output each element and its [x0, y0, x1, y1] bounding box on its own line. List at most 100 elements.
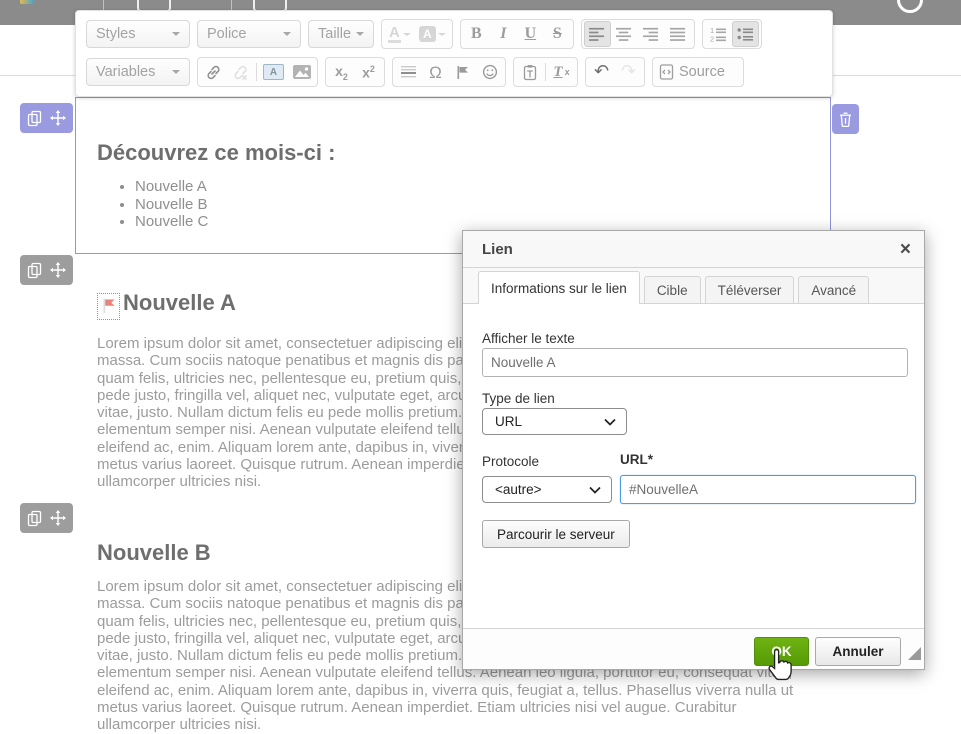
editor-toolbar: Styles Police Taille A A B I U S	[75, 10, 833, 97]
list-item[interactable]: Nouvelle B	[135, 196, 208, 214]
anchor-icon: A	[263, 64, 284, 80]
tab-advanced[interactable]: Avancé	[798, 276, 869, 303]
browse-server-button[interactable]: Parcourir le serveur	[482, 520, 630, 548]
link-type-value: URL	[495, 414, 522, 429]
font-dropdown-label: Police	[207, 26, 247, 42]
group-separator	[256, 63, 257, 81]
block3-drag-handle[interactable]	[20, 503, 73, 533]
tab-target[interactable]: Cible	[644, 276, 701, 303]
source-group: Source	[652, 57, 744, 87]
bullet-list-button[interactable]	[732, 21, 759, 47]
account-icon[interactable]	[897, 0, 923, 13]
horizontal-rule-button[interactable]	[395, 59, 422, 85]
protocol-label: Protocole	[482, 454, 539, 469]
chevron-down-icon	[589, 486, 601, 494]
link-type-select[interactable]: URL	[482, 408, 627, 435]
paste-group: Tx	[513, 57, 578, 87]
dialog-titlebar[interactable]: Lien ×	[463, 231, 924, 268]
insert-group: Ω	[392, 57, 506, 87]
tab-upload[interactable]: Téléverser	[705, 276, 795, 303]
app-logo	[20, 0, 33, 4]
background-color-icon: A	[419, 26, 436, 42]
anchor-flag-icon	[101, 297, 116, 314]
superscript-button[interactable]: x2	[355, 59, 382, 85]
flag-icon	[455, 65, 470, 80]
text-style-group: B I U S	[460, 19, 574, 49]
undo-icon: ↶	[594, 63, 609, 81]
chevron-down-icon	[403, 33, 411, 36]
subscript-button[interactable]: x2	[328, 59, 355, 85]
align-right-button[interactable]	[638, 21, 665, 47]
duplicate-block-icon[interactable]	[27, 510, 42, 527]
smiley-icon	[482, 64, 498, 80]
list-group: 1 2	[702, 19, 762, 49]
link-button[interactable]	[200, 59, 227, 85]
source-button[interactable]: Source	[655, 59, 741, 85]
block2-drag-handle[interactable]	[20, 255, 73, 285]
tab-link-info[interactable]: Informations sur le lien	[478, 271, 640, 304]
block1-list[interactable]: Nouvelle A Nouvelle B Nouvelle C	[75, 178, 208, 231]
strikethrough-button[interactable]: S	[544, 21, 571, 47]
remove-format-button[interactable]: Tx	[548, 59, 575, 85]
styles-dropdown-label: Styles	[96, 26, 136, 42]
anchor-flag-marker[interactable]	[97, 293, 120, 320]
block1-drag-handle[interactable]	[20, 103, 73, 133]
move-block-icon[interactable]	[50, 510, 66, 526]
bullet-list-icon	[737, 26, 753, 42]
dialog-tab-strip: Informations sur le lien Cible Téléverse…	[463, 268, 924, 304]
styles-dropdown[interactable]: Styles	[86, 20, 190, 48]
block1-heading[interactable]: Découvrez ce mois-ci :	[97, 140, 335, 166]
underline-button[interactable]: U	[517, 21, 544, 47]
bold-button[interactable]: B	[463, 21, 490, 47]
display-text-input[interactable]	[482, 348, 908, 377]
align-center-button[interactable]	[611, 21, 638, 47]
numbered-list-icon: 1 2	[710, 26, 726, 42]
duplicate-block-icon[interactable]	[27, 110, 42, 127]
smiley-button[interactable]	[476, 59, 503, 85]
redo-button[interactable]: ↷	[615, 59, 642, 85]
source-code-icon	[659, 64, 674, 80]
text-color-button[interactable]: A	[384, 21, 415, 47]
group-separator	[545, 63, 546, 81]
duplicate-block-icon[interactable]	[27, 262, 42, 279]
url-input[interactable]	[620, 475, 916, 504]
bold-icon: B	[471, 26, 482, 42]
resize-grip[interactable]	[908, 647, 921, 660]
italic-icon: I	[500, 26, 506, 42]
chevron-down-icon	[604, 418, 616, 426]
align-left-button[interactable]	[584, 21, 611, 47]
anchor-button[interactable]: A	[259, 59, 288, 85]
anchor-flag-button[interactable]	[449, 59, 476, 85]
block3-heading[interactable]: Nouvelle B	[97, 540, 211, 566]
special-char-button[interactable]: Ω	[422, 59, 449, 85]
variables-dropdown-label: Variables	[96, 64, 155, 80]
list-item[interactable]: Nouvelle C	[135, 213, 208, 231]
justify-button[interactable]	[665, 21, 692, 47]
undo-button[interactable]: ↶	[588, 59, 615, 85]
variables-dropdown[interactable]: Variables	[86, 58, 190, 86]
cancel-button[interactable]: Annuler	[815, 637, 901, 666]
block2-heading[interactable]: Nouvelle A	[97, 290, 236, 320]
close-icon[interactable]: ×	[900, 231, 911, 268]
move-block-icon[interactable]	[50, 110, 66, 126]
italic-button[interactable]: I	[490, 21, 517, 47]
size-dropdown[interactable]: Taille	[308, 20, 374, 48]
font-dropdown[interactable]: Police	[197, 20, 301, 48]
redo-icon: ↷	[621, 63, 636, 81]
size-dropdown-label: Taille	[318, 26, 351, 42]
link-icon	[205, 64, 222, 81]
text-color-icon: A	[388, 25, 401, 44]
numbered-list-button[interactable]: 1 2	[705, 21, 732, 47]
protocol-select[interactable]: <autre>	[482, 476, 612, 503]
list-item[interactable]: Nouvelle A	[135, 178, 208, 196]
chevron-down-icon	[356, 32, 364, 36]
delete-block-button[interactable]	[832, 104, 859, 134]
remove-format-icon: T	[553, 64, 562, 81]
horizontal-rule-icon	[401, 64, 417, 80]
image-button[interactable]	[288, 59, 315, 85]
trash-icon	[838, 111, 853, 128]
move-block-icon[interactable]	[50, 262, 66, 278]
background-color-button[interactable]: A	[415, 21, 450, 47]
paste-text-button[interactable]	[516, 59, 543, 85]
unlink-button[interactable]	[227, 59, 254, 85]
